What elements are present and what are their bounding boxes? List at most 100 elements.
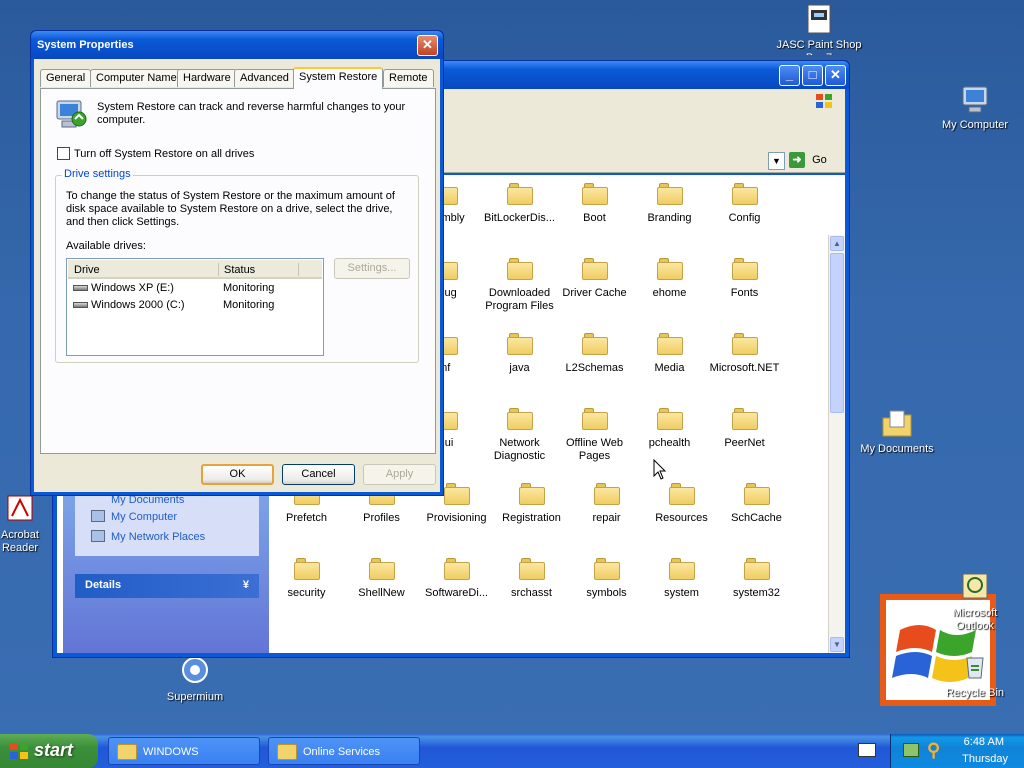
folder-icon (581, 258, 608, 280)
folder-label: SoftwareDi... (425, 587, 488, 599)
desktop-icon-recycle-bin[interactable]: Recycle Bin (930, 652, 1020, 700)
folder-item[interactable]: security (269, 558, 344, 600)
folder-item[interactable]: Media (632, 333, 707, 375)
folder-item[interactable]: Downloaded Program Files (482, 258, 557, 313)
close-button[interactable]: ✕ (825, 65, 846, 86)
folder-label: L2Schemas (565, 362, 624, 374)
go-arrow-icon: ➜ (789, 152, 805, 168)
recycle-bin-icon (959, 652, 991, 684)
folder-icon (506, 183, 533, 205)
settings-button[interactable]: Settings... (334, 258, 410, 279)
folder-icon (581, 408, 608, 430)
vertical-scrollbar[interactable]: ▲ ▼ (828, 235, 845, 653)
network-icon[interactable] (903, 743, 919, 757)
tab-computer-name[interactable]: Computer Name (90, 69, 183, 87)
tab-remote[interactable]: Remote (383, 69, 434, 87)
start-button[interactable]: start (0, 734, 98, 768)
folder-item[interactable]: pchealth (632, 408, 707, 450)
folder-item[interactable]: system32 (719, 558, 794, 600)
folder-item[interactable]: Resources (644, 483, 719, 525)
desktop-icon-acrobat-reader[interactable]: Acrobat Reader (0, 494, 50, 555)
task-link-my-network-places[interactable]: My Network Places (111, 531, 205, 543)
folder-item[interactable]: Network Diagnostic (482, 408, 557, 463)
folder-item[interactable]: Branding (632, 183, 707, 225)
folder-item[interactable]: L2Schemas (557, 333, 632, 375)
dialog-title-bar[interactable]: System Properties (31, 31, 443, 59)
scroll-thumb[interactable] (830, 253, 844, 413)
desktop-icon-supermium[interactable]: Supermium (150, 656, 240, 704)
turn-off-restore-checkbox[interactable]: Turn off System Restore on all drives (57, 147, 254, 160)
tab-general[interactable]: General (40, 69, 92, 87)
drive-settings-label: Drive settings (62, 168, 133, 180)
folder-item[interactable]: BitLockerDis... (482, 183, 557, 225)
apply-button[interactable]: Apply (363, 464, 436, 485)
desktop-icon-label: JASC Paint Shop Pro 7 (776, 39, 862, 55)
folder-item[interactable]: Driver Cache (557, 258, 632, 300)
folder-item[interactable]: Registration (494, 483, 569, 525)
folder-item[interactable]: Microsoft.NET (707, 333, 782, 375)
drives-list[interactable]: Drive Status Windows XP (E:) Monitoring … (66, 258, 324, 356)
taskbar-button-online-services[interactable]: Online Services (268, 737, 420, 765)
address-dropdown-button[interactable]: ▼ (768, 152, 785, 170)
search-icon[interactable]: ⚲ (927, 740, 947, 760)
folder-item[interactable]: java (482, 333, 557, 375)
desktop-icon-jasc-paint-shop-pro[interactable]: JASC Paint Shop Pro 7 (774, 4, 864, 55)
folder-label: SchCache (731, 512, 782, 524)
system-properties-dialog: System Properties ✕ General Computer Nam… (30, 30, 444, 496)
task-link-my-computer[interactable]: My Computer (111, 511, 177, 523)
folder-label: Fonts (730, 287, 759, 299)
folder-item[interactable]: srchasst (494, 558, 569, 600)
checkbox-box[interactable] (57, 147, 70, 160)
desktop-icon-my-computer[interactable]: My Computer (930, 84, 1020, 132)
drive-settings-group: Drive settings To change the status of S… (55, 168, 419, 363)
folder-item[interactable]: repair (569, 483, 644, 525)
system-restore-panel: System Restore can track and reverse har… (40, 88, 436, 454)
drive-row[interactable]: Windows 2000 (C:) Monitoring (73, 299, 313, 315)
folder-icon (368, 558, 395, 580)
ok-button[interactable]: OK (201, 464, 274, 485)
folder-item[interactable]: PeerNet (707, 408, 782, 450)
folder-label: Config (728, 212, 761, 224)
taskbar-button-windows[interactable]: WINDOWS (108, 737, 260, 765)
clock-time[interactable]: 6:48 AM (964, 736, 1004, 748)
folder-item[interactable]: system (644, 558, 719, 600)
hard-drive-icon (73, 285, 88, 292)
column-drive[interactable]: Drive (74, 264, 100, 276)
folder-label: Microsoft.NET (709, 362, 780, 374)
folder-item[interactable]: SoftwareDi... (419, 558, 494, 600)
drive-row[interactable]: Windows XP (E:) Monitoring (73, 282, 313, 298)
details-section-header[interactable]: Details ¥ (75, 574, 259, 598)
minimize-button[interactable]: _ (779, 65, 800, 86)
folder-icon (668, 483, 695, 505)
folder-icon (593, 558, 620, 580)
folder-item[interactable]: Boot (557, 183, 632, 225)
desktop-icon-microsoft-outlook[interactable]: Microsoft Outlook (930, 572, 1020, 633)
outlook-icon (959, 572, 991, 604)
folder-icon (506, 333, 533, 355)
folder-label: java (509, 362, 530, 374)
folder-item[interactable]: ehome (632, 258, 707, 300)
folder-item[interactable]: Offline Web Pages (557, 408, 632, 463)
folder-icon (743, 558, 770, 580)
keyboard-icon[interactable] (858, 743, 876, 757)
scroll-up-button[interactable]: ▲ (830, 236, 844, 251)
column-status[interactable]: Status (224, 264, 255, 276)
folder-icon (731, 408, 758, 430)
folder-item[interactable]: Fonts (707, 258, 782, 300)
dialog-close-button[interactable]: ✕ (417, 35, 438, 56)
tab-advanced[interactable]: Advanced (234, 69, 295, 87)
folder-item[interactable]: ShellNew (344, 558, 419, 600)
folder-item[interactable]: symbols (569, 558, 644, 600)
cancel-button[interactable]: Cancel (282, 464, 355, 485)
folder-icon (656, 183, 683, 205)
desktop-icon-my-documents[interactable]: My Documents (852, 408, 942, 456)
folder-item[interactable]: Config (707, 183, 782, 225)
folder-item[interactable]: SchCache (719, 483, 794, 525)
scroll-down-button[interactable]: ▼ (830, 637, 844, 652)
maximize-button[interactable]: □ (802, 65, 823, 86)
acrobat-icon (4, 494, 36, 526)
go-button[interactable]: ➜ Go (789, 152, 841, 170)
tab-system-restore[interactable]: System Restore (293, 67, 384, 89)
folder-label: Profiles (363, 512, 400, 524)
tab-hardware[interactable]: Hardware (177, 69, 237, 87)
